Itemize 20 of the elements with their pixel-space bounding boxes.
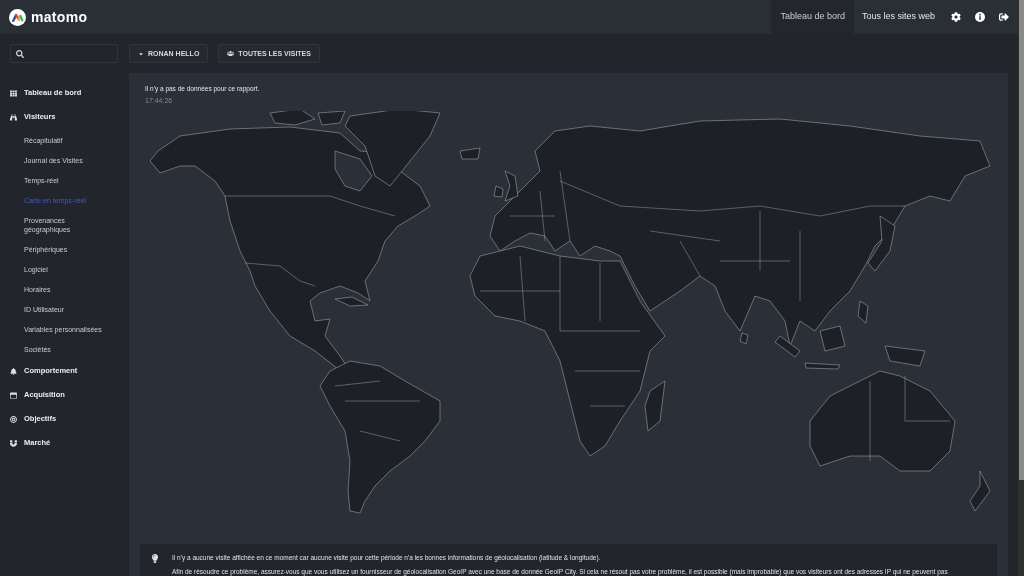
- top-nav-link[interactable]: Tableau de bord: [771, 0, 854, 34]
- target-icon: [10, 415, 17, 423]
- info-icon: [975, 12, 985, 22]
- binoculars-icon: [10, 113, 17, 121]
- settings-icon: [951, 12, 961, 22]
- bell-icon: [10, 367, 17, 375]
- logo-text: matomo: [31, 8, 88, 26]
- scrollbar-thumb[interactable]: [1019, 0, 1024, 480]
- grid-icon: [10, 89, 17, 97]
- lightbulb-icon: [151, 554, 159, 563]
- users-icon: [227, 50, 235, 57]
- logout-icon: [999, 12, 1009, 22]
- search-icon: [16, 49, 24, 58]
- top-nav-link[interactable]: Tous les sites web: [853, 0, 943, 34]
- search-field[interactable]: [10, 44, 118, 63]
- window-icon: [10, 391, 17, 399]
- caret-icon: [138, 50, 144, 57]
- magnet-icon: [10, 439, 17, 447]
- scrollbar[interactable]: [1018, 0, 1024, 576]
- logo-icon: [9, 8, 26, 26]
